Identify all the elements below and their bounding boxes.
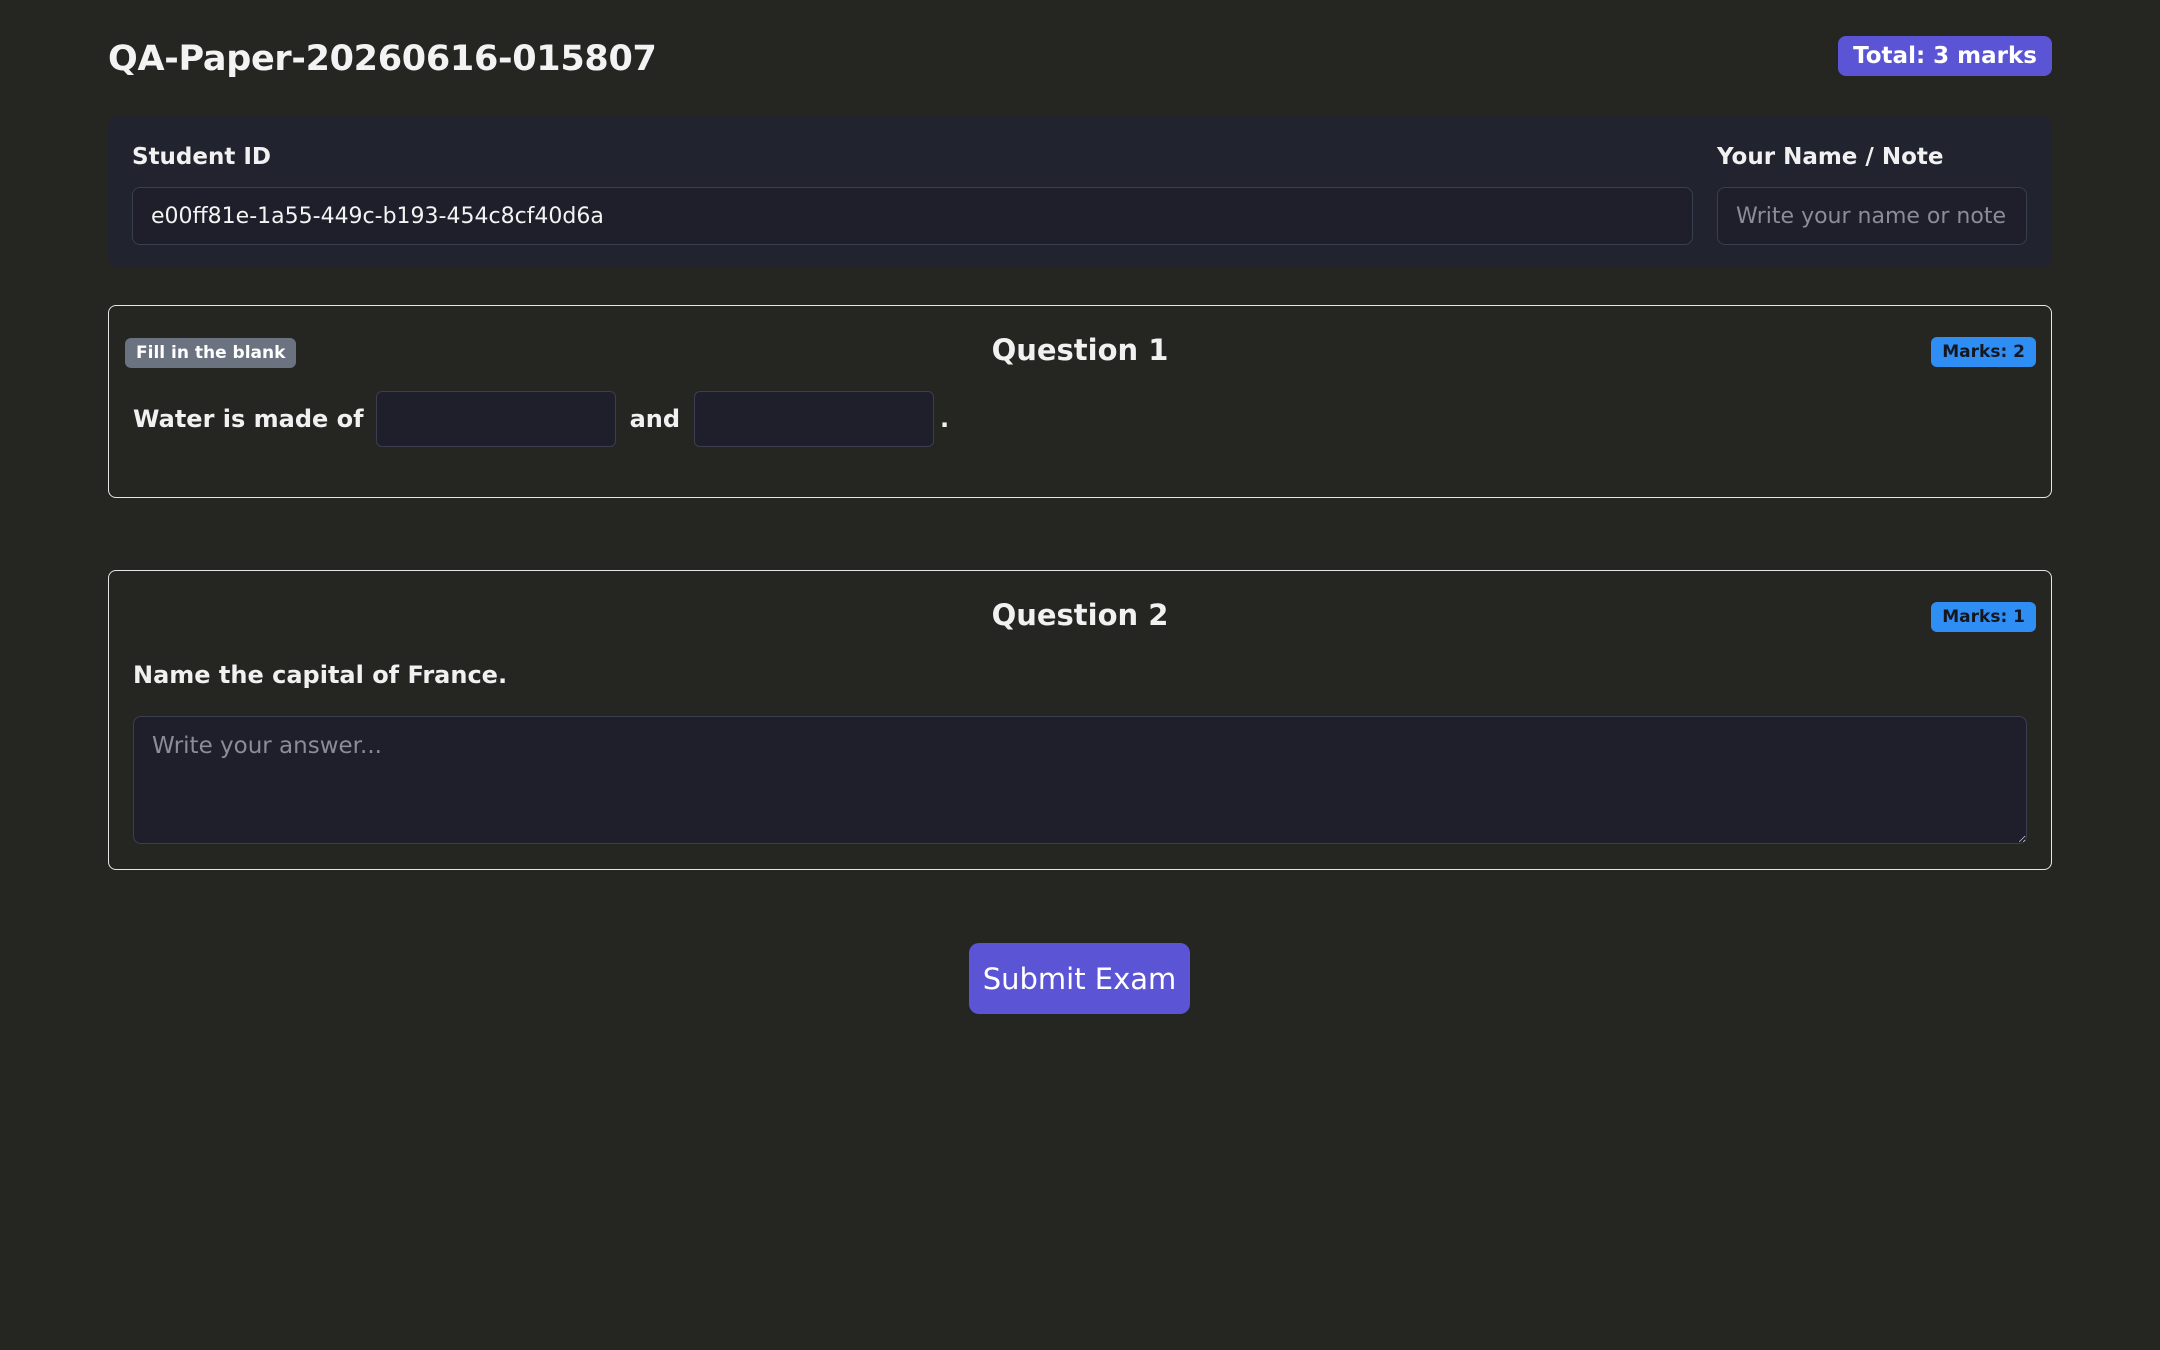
question-title: Question 1	[991, 333, 1169, 367]
question-card-1: Fill in the blank Question 1 Marks: 2 Wa…	[108, 305, 2052, 498]
submit-exam-button[interactable]: Submit Exam	[969, 943, 1190, 1014]
paper-title: QA-Paper-20260616-015807	[108, 39, 657, 79]
blank-input-2[interactable]	[694, 391, 935, 447]
name-note-label: Your Name / Note	[1717, 144, 1944, 170]
sentence-segment: Water is made of	[133, 405, 364, 433]
student-info-panel: Student ID Your Name / Note	[108, 116, 2052, 268]
sentence-segment: and	[629, 405, 681, 433]
student-id-field[interactable]	[132, 187, 1693, 245]
exam-page: QA-Paper-20260616-015807 Total: 3 marks …	[108, 0, 2052, 1014]
sentence-segment: .	[940, 405, 950, 433]
question-card-2: Question 2 Marks: 1 Name the capital of …	[108, 570, 2052, 870]
fill-blank-sentence: Water is made of and .	[133, 391, 949, 447]
blank-input-1[interactable]	[375, 391, 616, 447]
student-id-label: Student ID	[132, 144, 272, 170]
answer-textarea[interactable]	[133, 716, 2027, 844]
marks-badge: Marks: 2	[1931, 337, 2036, 367]
name-note-field[interactable]	[1717, 187, 2027, 245]
question-prompt: Name the capital of France.	[133, 661, 508, 689]
question-title: Question 2	[991, 598, 1169, 632]
exam-header: QA-Paper-20260616-015807 Total: 3 marks	[108, 0, 2052, 116]
marks-badge: Marks: 1	[1931, 602, 2036, 632]
total-marks-badge: Total: 3 marks	[1838, 36, 2052, 76]
